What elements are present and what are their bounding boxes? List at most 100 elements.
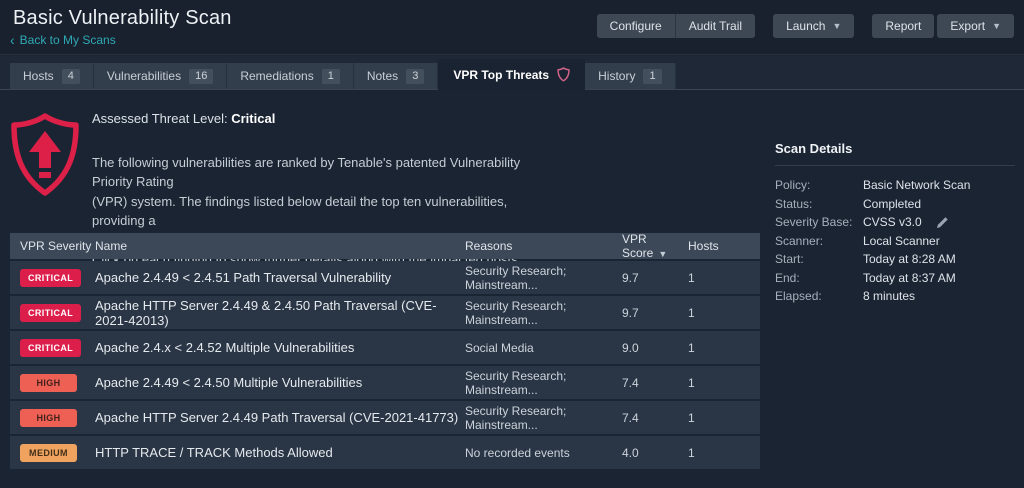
field-label: Status: [775,197,863,211]
severity-badge: MEDIUM [20,444,77,462]
divider [775,165,1015,166]
launch-label: Launch [786,19,825,33]
vulnerability-name: Apache 2.4.49 < 2.4.51 Path Traversal Vu… [95,270,465,285]
tab-history[interactable]: History 1 [585,63,675,89]
field-label: Start: [775,252,863,266]
field-value: 8 minutes [863,289,915,303]
table-row[interactable]: CRITICAL Apache HTTP Server 2.4.49 & 2.4… [10,296,760,329]
hosts-count: 1 [688,446,760,460]
field-label: End: [775,271,863,285]
page-title: Basic Vulnerability Scan [13,7,232,30]
table-row[interactable]: MEDIUM HTTP TRACE / TRACK Methods Allowe… [10,436,760,469]
tab-count-badge: 3 [406,69,424,84]
vulnerability-name: Apache HTTP Server 2.4.49 Path Traversal… [95,410,465,425]
assessed-value: Critical [231,111,275,126]
col-header-vpr-score-label: VPR Score [622,232,653,260]
table-row[interactable]: HIGH Apache 2.4.49 < 2.4.50 Multiple Vul… [10,366,760,399]
sort-desc-icon: ▼ [658,249,667,259]
threat-level-shield-icon [8,112,82,203]
tab-label: Vulnerabilities [107,69,181,83]
tab-vpr-top-threats[interactable]: VPR Top Threats [438,59,585,90]
export-label: Export [950,19,985,33]
scan-details-title: Scan Details [775,141,1015,156]
tab-count-badge: 1 [643,69,661,84]
tab-count-badge: 1 [322,69,340,84]
scan-detail-severity-base: Severity Base: CVSS v3.0 [775,213,1015,232]
vulnerability-reasons: Security Research; Mainstream... [465,299,622,327]
chevron-down-icon: ▼ [992,21,1001,31]
back-link-label: Back to My Scans [20,33,116,47]
tab-remediations[interactable]: Remediations 1 [227,63,354,89]
chevron-down-icon: ▼ [832,21,841,31]
tab-count-badge: 4 [62,69,80,84]
col-header-vpr-severity: VPR Severity [10,239,95,253]
scan-detail-status: Status: Completed [775,195,1015,214]
table-header-row: VPR Severity Name Reasons VPR Score ▼ Hos… [10,233,760,259]
scan-detail-end: End: Today at 8:37 AM [775,269,1015,288]
hosts-count: 1 [688,341,760,355]
tab-label: Remediations [240,69,313,83]
tab-vulnerabilities[interactable]: Vulnerabilities 16 [94,63,228,89]
field-label: Scanner: [775,234,863,248]
vulnerability-reasons: Social Media [465,341,622,355]
vpr-score: 9.0 [622,341,688,355]
shield-icon [557,67,570,82]
col-header-vpr-score[interactable]: VPR Score ▼ [622,232,688,260]
configure-button[interactable]: Configure [597,14,675,38]
back-to-my-scans-link[interactable]: ‹ Back to My Scans [10,33,116,47]
scan-detail-scanner: Scanner: Local Scanner [775,232,1015,251]
vpr-score: 9.7 [622,271,688,285]
vulnerability-reasons: Security Research; Mainstream... [465,264,622,292]
table-row[interactable]: CRITICAL Apache 2.4.x < 2.4.52 Multiple … [10,331,760,364]
assessed-label: Assessed Threat Level: [92,111,231,126]
tab-bar: Hosts 4 Vulnerabilities 16 Remediations … [0,56,1024,90]
vpr-score: 7.4 [622,376,688,390]
table-row[interactable]: HIGH Apache HTTP Server 2.4.49 Path Trav… [10,401,760,434]
col-header-name[interactable]: Name [95,239,465,253]
tab-notes[interactable]: Notes 3 [354,63,438,89]
page-header: Basic Vulnerability Scan ‹ Back to My Sc… [0,0,1024,55]
audit-trail-button[interactable]: Audit Trail [675,14,755,38]
scan-detail-start: Start: Today at 8:28 AM [775,250,1015,269]
edit-pencil-icon[interactable] [936,216,949,229]
field-value: Today at 8:28 AM [863,252,956,266]
vulnerability-name: Apache 2.4.x < 2.4.52 Multiple Vulnerabi… [95,340,465,355]
field-value: CVSS v3.0 [863,215,922,229]
col-header-reasons[interactable]: Reasons [465,239,622,253]
chevron-left-icon: ‹ [10,35,15,45]
report-label: Report [885,19,921,33]
vulnerability-reasons: Security Research; Mainstream... [465,404,622,432]
tab-label: Notes [367,69,398,83]
audit-trail-label: Audit Trail [689,19,742,33]
severity-badge: HIGH [20,409,77,427]
vpr-threats-table: VPR Severity Name Reasons VPR Score ▼ Hos… [10,233,760,469]
header-actions: Configure Audit Trail Launch ▼ Report Ex… [597,14,1014,38]
tab-label: History [598,69,635,83]
hosts-count: 1 [688,411,760,425]
tab-count-badge: 16 [189,69,213,84]
tab-hosts[interactable]: Hosts 4 [10,63,94,89]
configure-audit-group: Configure Audit Trail [597,14,755,38]
vulnerability-reasons: Security Research; Mainstream... [465,369,622,397]
tab-label: VPR Top Threats [453,68,549,82]
field-value: Local Scanner [863,234,940,248]
launch-button[interactable]: Launch ▼ [773,14,854,38]
scan-details-panel: Scan Details Policy: Basic Network Scan … [775,141,1015,306]
col-header-hosts[interactable]: Hosts [688,239,760,253]
severity-badge: CRITICAL [20,269,81,287]
report-button[interactable]: Report [872,14,934,38]
field-value: Completed [863,197,921,211]
field-label: Severity Base: [775,215,863,229]
hosts-count: 1 [688,306,760,320]
configure-label: Configure [610,19,662,33]
field-value: Today at 8:37 AM [863,271,956,285]
scan-detail-elapsed: Elapsed: 8 minutes [775,287,1015,306]
vpr-score: 4.0 [622,446,688,460]
export-button[interactable]: Export ▼ [937,14,1014,38]
field-label: Elapsed: [775,289,863,303]
severity-badge: CRITICAL [20,304,81,322]
vulnerability-name: HTTP TRACE / TRACK Methods Allowed [95,445,465,460]
hosts-count: 1 [688,271,760,285]
vulnerability-name: Apache 2.4.49 < 2.4.50 Multiple Vulnerab… [95,375,465,390]
table-row[interactable]: CRITICAL Apache 2.4.49 < 2.4.51 Path Tra… [10,261,760,294]
